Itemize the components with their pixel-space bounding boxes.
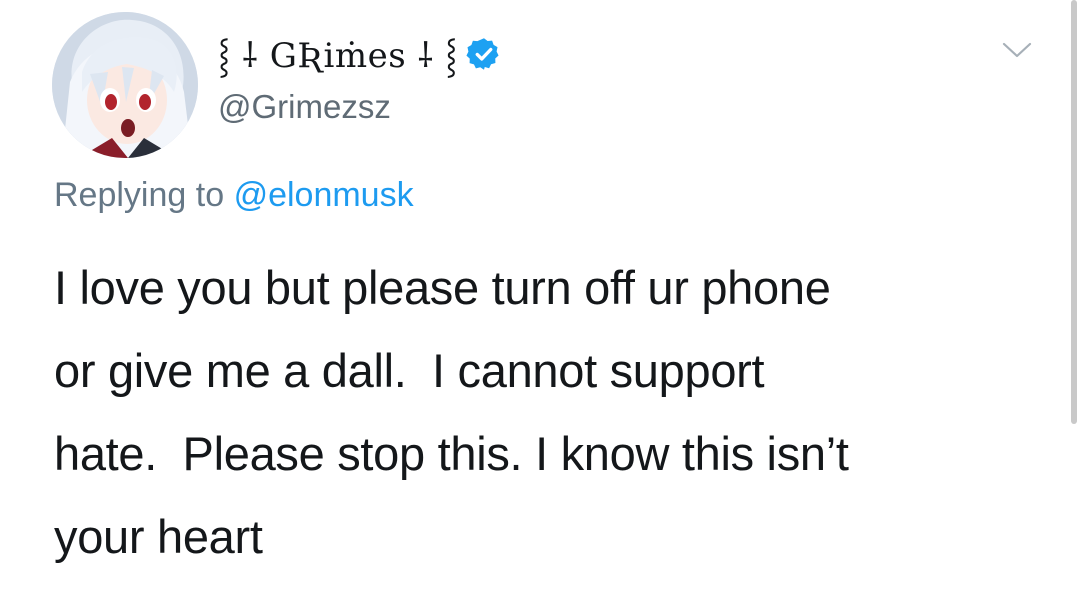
chevron-down-icon[interactable] (1000, 38, 1034, 62)
anime-avatar-icon (52, 12, 198, 158)
tweet-body-line: I love you but please turn off ur phone (54, 261, 831, 314)
tweet-card: ⸾ ⸸ GƦiṁes ⸸ ⸾ @Grimezsz Replying to @el… (0, 0, 1080, 607)
tweet-body-line: or give me a dall. I cannot support (54, 344, 765, 397)
tweet-body-line: your heart (54, 510, 263, 563)
reply-to-link[interactable]: @elonmusk (234, 176, 414, 214)
tweet-body-line: hate. Please stop this. I know this isn’… (54, 427, 849, 480)
reply-prefix: Replying to (54, 176, 225, 214)
author-avatar[interactable] (52, 12, 198, 158)
reply-context: Replying to @elonmusk (54, 176, 414, 215)
display-name[interactable]: ⸾ ⸸ GƦiṁes ⸸ ⸾ (218, 31, 458, 77)
author-name-row[interactable]: ⸾ ⸸ GƦiṁes ⸸ ⸾ (218, 26, 502, 82)
tweet-body: I love you but please turn off ur phone … (54, 246, 1034, 578)
verified-badge-icon (466, 38, 499, 70)
author-handle[interactable]: @Grimezsz (218, 88, 391, 126)
scrollbar[interactable] (1071, 0, 1077, 424)
